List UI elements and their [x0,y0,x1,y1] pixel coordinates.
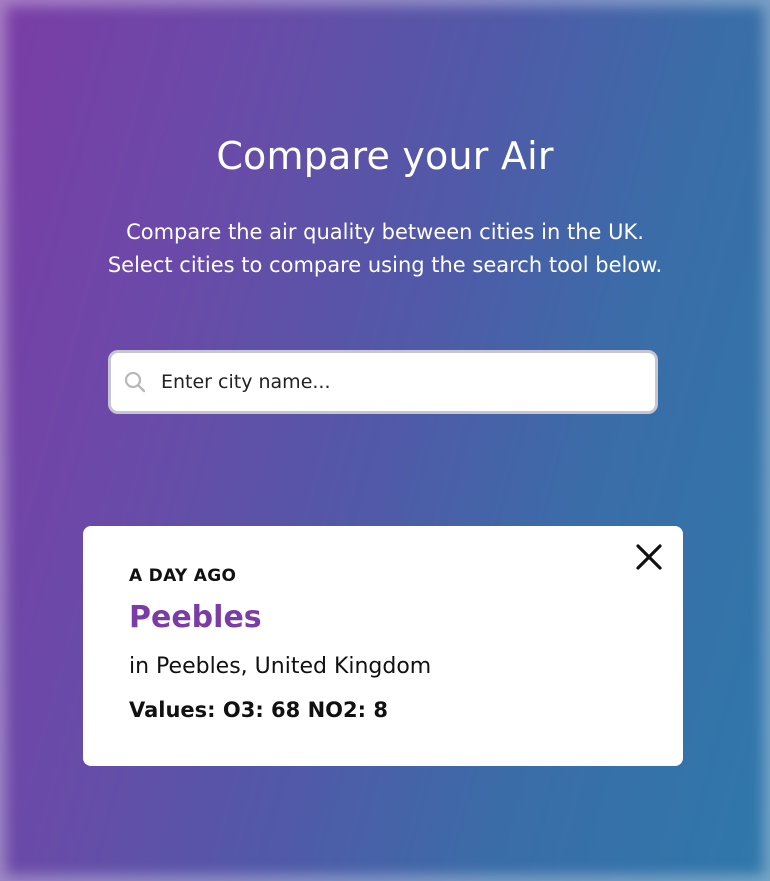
page-title: Compare your Air [216,134,554,178]
close-icon [635,543,663,574]
page-background: Compare your Air Compare the air quality… [0,0,770,881]
page-subtitle: Compare the air quality between cities i… [0,216,770,282]
close-card-button[interactable] [633,542,665,574]
search-input[interactable] [161,371,621,393]
search-icon [123,370,147,394]
search-box[interactable] [108,350,658,414]
subtitle-line-2: Select cities to compare using the searc… [107,253,663,277]
card-location: in Peebles, United Kingdom [129,654,432,679]
city-card: A DAY AGO Peebles in Peebles, United Kin… [83,526,683,766]
card-last-updated: A DAY AGO [129,566,237,586]
subtitle-line-1: Compare the air quality between cities i… [126,220,644,244]
card-values: Values: O3: 68 NO2: 8 [129,698,388,722]
card-city-name: Peebles [129,600,262,635]
